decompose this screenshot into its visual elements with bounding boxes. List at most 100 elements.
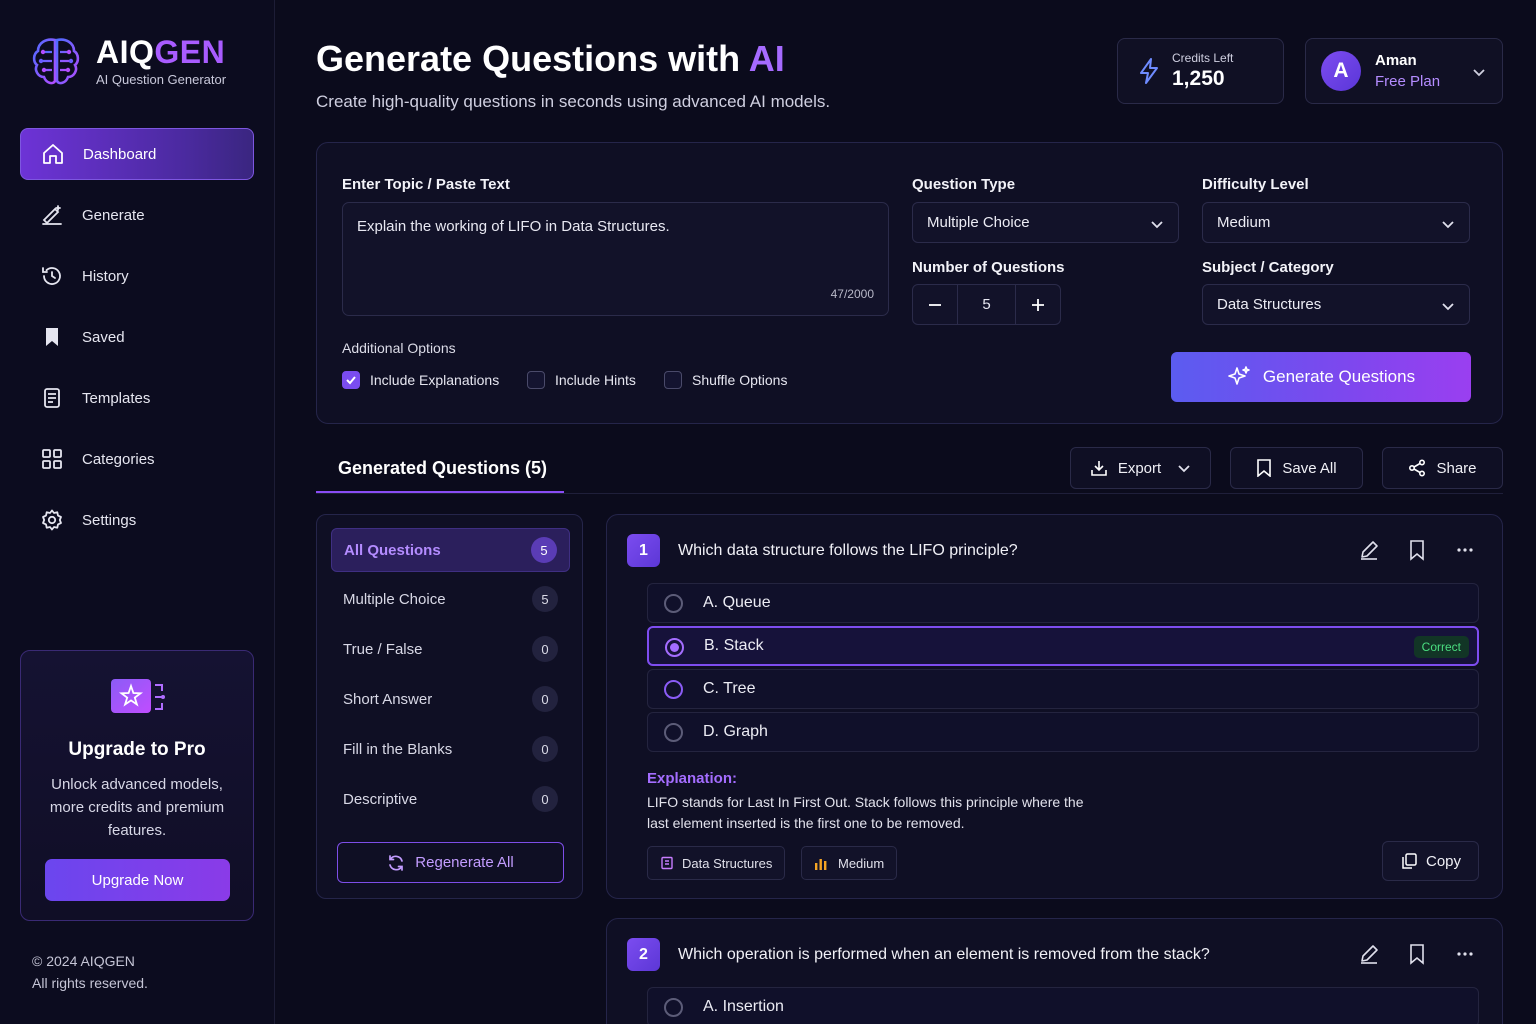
chevron-down-icon (1442, 221, 1454, 229)
credits-value: 1,250 (1172, 67, 1225, 90)
radio-button[interactable] (664, 998, 683, 1017)
filter-count: 0 (532, 686, 558, 712)
radio-button[interactable] (664, 594, 683, 613)
sidebar-item-categories[interactable]: Categories (20, 433, 254, 485)
filter-true-false[interactable]: True / False 0 (331, 627, 570, 671)
filter-short-answer[interactable]: Short Answer 0 (331, 677, 570, 721)
bookmark-icon[interactable] (1406, 943, 1428, 965)
chevron-down-icon (1151, 221, 1163, 229)
filter-label: All Questions (344, 541, 441, 559)
radio-button[interactable] (664, 680, 683, 699)
checkbox-unchecked[interactable] (664, 371, 682, 389)
difficulty-select[interactable]: Medium (1202, 202, 1470, 243)
subject-tag-label: Data Structures (682, 855, 773, 871)
question-text: Which data structure follows the LIFO pr… (678, 542, 1018, 559)
filter-multiple-choice[interactable]: Multiple Choice 5 (331, 577, 570, 621)
sidebar-item-label: Templates (82, 389, 151, 407)
sidebar-nav: Dashboard Generate History Saved Templat… (20, 128, 254, 555)
decrement-button[interactable] (913, 285, 957, 324)
generator-form: Enter Topic / Paste Text Explain the wor… (316, 142, 1503, 424)
sidebar-item-templates[interactable]: Templates (20, 372, 254, 424)
increment-button[interactable] (1016, 285, 1060, 324)
question-filter-panel: All Questions 5 Multiple Choice 5 True /… (316, 514, 583, 899)
copy-icon (1402, 853, 1417, 869)
tab-divider (316, 493, 1503, 494)
radio-button-selected[interactable] (665, 638, 684, 657)
upgrade-now-button[interactable]: Upgrade Now (45, 859, 230, 901)
edit-icon[interactable] (1358, 539, 1380, 561)
page-subtitle: Create high-quality questions in seconds… (316, 92, 831, 111)
export-button[interactable]: Export (1070, 447, 1211, 489)
sidebar-item-label: Categories (82, 450, 155, 468)
subject-tag: Data Structures (647, 846, 786, 880)
question-card: 2 Which operation is performed when an e… (606, 918, 1503, 1024)
question-type-select[interactable]: Multiple Choice (912, 202, 1179, 243)
sidebar-item-label: Saved (82, 328, 125, 346)
question-number: 1 (627, 534, 660, 567)
sidebar-item-label: History (82, 267, 129, 285)
include-explanations-checkbox[interactable]: Include Explanations (342, 371, 499, 389)
question-type-value: Multiple Choice (927, 214, 1030, 231)
sidebar-item-saved[interactable]: Saved (20, 311, 254, 363)
sidebar-item-settings[interactable]: Settings (20, 494, 254, 546)
document-icon (44, 388, 60, 408)
filter-label: Short Answer (343, 690, 433, 708)
include-hints-checkbox[interactable]: Include Hints (527, 371, 636, 389)
quantity-value[interactable]: 5 (957, 285, 1016, 324)
filter-fill-in-the-blanks[interactable]: Fill in the Blanks 0 (331, 727, 570, 771)
rights-text: All rights reserved. (32, 975, 148, 991)
answer-option-b[interactable]: B. Stack Correct (647, 626, 1479, 666)
correct-badge: Correct (1413, 636, 1469, 658)
sidebar-item-label: Dashboard (83, 145, 157, 163)
checkbox-checked[interactable] (342, 371, 360, 389)
lightning-icon (1140, 58, 1158, 84)
share-button[interactable]: Share (1382, 447, 1503, 489)
tab-generated-questions[interactable]: Generated Questions (5) (316, 447, 564, 494)
answer-option-a[interactable]: A. Queue (647, 583, 1479, 623)
sidebar-item-generate[interactable]: Generate (20, 189, 254, 241)
more-options-icon[interactable] (1454, 539, 1476, 561)
shuffle-options-checkbox[interactable]: Shuffle Options (664, 371, 787, 389)
bookmark-icon[interactable] (1406, 539, 1428, 561)
avatar: A (1321, 51, 1361, 91)
topic-textarea[interactable]: Explain the working of LIFO in Data Stru… (342, 202, 889, 316)
subject-book-icon (661, 856, 673, 870)
answer-label: A. Insertion (703, 998, 784, 1015)
brand[interactable]: AIQGEN AI Question Generator (30, 34, 226, 90)
sparkle-icon (1228, 366, 1250, 385)
copy-button[interactable]: Copy (1382, 841, 1479, 881)
chevron-down-icon (1442, 303, 1454, 311)
sidebar-item-label: Settings (82, 511, 137, 529)
user-menu[interactable]: A Aman Free Plan (1305, 38, 1503, 104)
filter-all-questions[interactable]: All Questions 5 (331, 528, 570, 572)
checkbox-unchecked[interactable] (527, 371, 545, 389)
regenerate-label: Regenerate All (415, 854, 514, 871)
answer-option-d[interactable]: D. Graph (647, 712, 1479, 752)
radio-button[interactable] (664, 723, 683, 742)
answer-option-c[interactable]: C. Tree (647, 669, 1479, 709)
subject-select[interactable]: Data Structures (1202, 284, 1470, 325)
sidebar-item-dashboard[interactable]: Dashboard (20, 128, 254, 180)
save-all-button[interactable]: Save All (1230, 447, 1363, 489)
download-icon (1091, 461, 1107, 476)
generate-questions-button[interactable]: Generate Questions (1171, 352, 1471, 402)
more-options-icon[interactable] (1454, 943, 1476, 965)
sidebar-item-history[interactable]: History (20, 250, 254, 302)
answer-label: C. Tree (703, 680, 756, 697)
sidebar-item-label: Generate (82, 206, 145, 224)
regenerate-all-button[interactable]: Regenerate All (337, 842, 564, 883)
credits-widget: Credits Left 1,250 (1117, 38, 1284, 104)
generate-button-label: Generate Questions (1262, 367, 1416, 386)
filter-descriptive[interactable]: Descriptive 0 (331, 777, 570, 821)
quantity-stepper: 5 (912, 284, 1061, 325)
difficulty-label: Difficulty Level (1202, 176, 1309, 193)
character-counter: 47/2000 (830, 287, 874, 301)
user-plan: Free Plan (1375, 73, 1441, 90)
copy-label: Copy (1425, 852, 1462, 870)
sparkle-box-icon (111, 679, 165, 713)
answer-option-a[interactable]: A. Insertion (647, 987, 1479, 1024)
sidebar: AIQGEN AI Question Generator Dashboard G… (0, 0, 275, 1024)
edit-icon[interactable] (1358, 943, 1380, 965)
copyright-text: © 2024 AIQGEN (32, 953, 135, 969)
share-icon (1409, 459, 1426, 477)
